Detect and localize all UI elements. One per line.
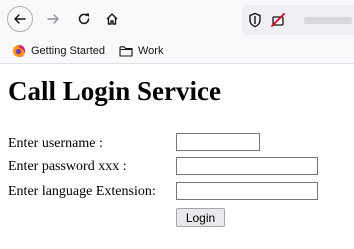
bookmark-label: Work: [138, 45, 164, 57]
login-button[interactable]: Login: [176, 208, 225, 227]
firefox-icon: [13, 45, 25, 58]
password-input[interactable]: [176, 157, 318, 175]
url-bar[interactable]: [242, 5, 354, 35]
arrow-left-icon: [14, 14, 26, 24]
bookmark-folder-work[interactable]: Work: [119, 43, 163, 59]
url-text-blurred: [304, 17, 352, 24]
username-label: Enter username :: [8, 136, 103, 151]
bookmarks-toolbar: Getting Started Work: [0, 39, 354, 64]
language-extension-label: Enter language Extension:: [8, 184, 156, 199]
permission-blocked-icon[interactable]: [270, 12, 286, 28]
folder-icon: [119, 46, 133, 57]
shield-icon[interactable]: [248, 12, 262, 28]
bookmark-label: Getting Started: [31, 45, 105, 57]
username-input[interactable]: [176, 133, 260, 151]
language-extension-input[interactable]: [176, 182, 318, 200]
reload-icon: [78, 13, 90, 25]
browser-toolbar: [0, 0, 354, 39]
bookmark-getting-started[interactable]: Getting Started: [12, 43, 105, 59]
home-button[interactable]: [99, 6, 125, 32]
password-label: Enter password xxx :: [8, 159, 127, 174]
arrow-right-icon: [47, 14, 59, 24]
forward-button[interactable]: [40, 6, 66, 32]
home-icon: [106, 13, 118, 25]
back-button[interactable]: [7, 6, 33, 32]
page-title: Call Login Service: [8, 76, 221, 106]
reload-button[interactable]: [71, 6, 97, 32]
